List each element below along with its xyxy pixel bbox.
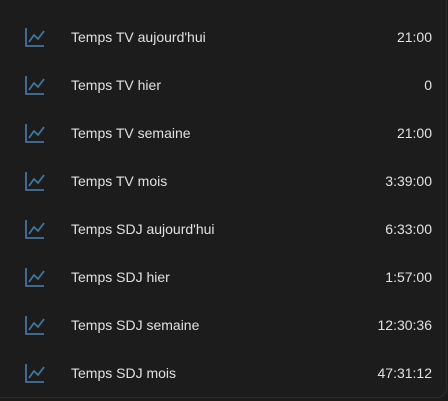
chart-line-icon <box>23 73 47 97</box>
entity-label: Temps SDJ semaine <box>71 317 200 333</box>
entity-row-sdj-today[interactable]: Temps SDJ aujourd'hui 6:33:00 <box>0 205 446 253</box>
entity-row-tv-week[interactable]: Temps TV semaine 21:00 <box>0 109 446 157</box>
chart-line-icon <box>23 265 47 289</box>
entity-row-sdj-week[interactable]: Temps SDJ semaine 12:30:36 <box>0 301 446 349</box>
entities-card: Temps TV aujourd'hui 21:00 Temps TV hier… <box>0 0 447 398</box>
entity-row-tv-today[interactable]: Temps TV aujourd'hui 21:00 <box>0 13 446 61</box>
entity-value: 21:00 <box>396 29 432 45</box>
chart-line-icon <box>23 25 47 49</box>
chart-line-icon <box>23 313 47 337</box>
entity-label: Temps TV aujourd'hui <box>71 29 206 45</box>
entity-value: 6:33:00 <box>385 221 432 237</box>
entity-value: 21:00 <box>396 125 432 141</box>
entity-value: 3:39:00 <box>385 173 432 189</box>
chart-line-icon <box>23 121 47 145</box>
chart-line-icon <box>23 169 47 193</box>
entity-row-sdj-yesterday[interactable]: Temps SDJ hier 1:57:00 <box>0 253 446 301</box>
entity-label: Temps SDJ aujourd'hui <box>71 221 215 237</box>
entity-label: Temps TV semaine <box>71 125 191 141</box>
entity-label: Temps SDJ hier <box>71 269 170 285</box>
entity-row-tv-month[interactable]: Temps TV mois 3:39:00 <box>0 157 446 205</box>
entity-value: 1:57:00 <box>385 269 432 285</box>
chart-line-icon <box>23 217 47 241</box>
entity-label: Temps TV hier <box>71 77 161 93</box>
entity-label: Temps SDJ mois <box>71 365 177 381</box>
entity-row-sdj-month[interactable]: Temps SDJ mois 47:31:12 <box>0 349 446 397</box>
entity-label: Temps TV mois <box>71 173 168 189</box>
chart-line-icon <box>23 361 47 385</box>
entity-value: 47:31:12 <box>377 365 433 381</box>
entity-row-tv-yesterday[interactable]: Temps TV hier 0 <box>0 61 446 109</box>
entity-value: 12:30:36 <box>377 317 433 333</box>
entity-value: 0 <box>424 77 432 93</box>
